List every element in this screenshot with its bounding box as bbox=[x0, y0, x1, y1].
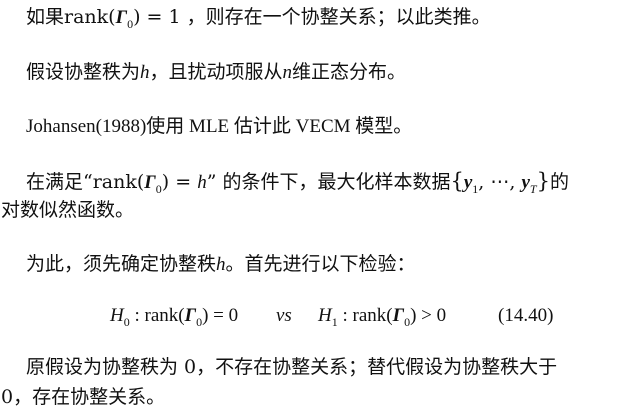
document-page: 如果rank(Γ0) = 1 ，则存在一个协整关系；以此类推。 假设协整秩为h，… bbox=[0, 0, 644, 414]
p5-before: 为此，须先确定协整秩 bbox=[26, 253, 217, 275]
gamma-symbol: Γ bbox=[115, 7, 128, 28]
p3-text: Johansen(1988)使用 MLE 估计此 VECM 模型。 bbox=[26, 116, 413, 137]
p4-after: ” 的条件下，最大化样本数据 bbox=[206, 171, 451, 193]
yT-variable: y bbox=[521, 172, 530, 193]
paragraph-rank-one: 如果rank(Γ0) = 1 ，则存在一个协整关系；以此类推。 bbox=[26, 6, 491, 31]
p2-after: ，且扰动项服从 bbox=[149, 61, 283, 83]
gamma-subscript: 0 bbox=[127, 17, 134, 31]
paragraph-johansen: Johansen(1988)使用 MLE 估计此 VECM 模型。 bbox=[26, 117, 412, 136]
h0-subscript: 0 bbox=[123, 315, 130, 329]
brace-close: } bbox=[536, 169, 550, 193]
p4-mid: ) = bbox=[161, 171, 198, 193]
paragraph-likelihood-line2: 对数似然函数。 bbox=[1, 201, 134, 220]
gamma-symbol: Γ bbox=[392, 305, 405, 326]
yT-subscript: T bbox=[529, 182, 537, 196]
gamma-symbol: Γ bbox=[144, 172, 156, 193]
y1-subscript: 1 bbox=[472, 182, 479, 196]
p1-before: 如果rank( bbox=[26, 6, 116, 28]
p4-end: 的 bbox=[549, 171, 569, 193]
p4-line2: 对数似然函数。 bbox=[1, 199, 135, 221]
ellipsis: , ⋯, bbox=[478, 171, 522, 193]
h0-rank: : rank( bbox=[129, 305, 185, 326]
h1-end: ) > 0 bbox=[410, 305, 447, 326]
gamma-symbol: Γ bbox=[184, 305, 197, 326]
h0-symbol: H bbox=[110, 305, 124, 326]
paragraph-hypothesis-explain: 原假设为协整秩为 0，不存在协整关系；替代假设为协整秩大于 bbox=[26, 358, 557, 377]
paragraph-test-intro: 为此，须先确定协整秩h。首先进行以下检验： bbox=[26, 253, 416, 275]
paragraph-hypothesis-explain-line2: 0，存在协整关系。 bbox=[1, 388, 165, 407]
gamma-subscript: 0 bbox=[404, 315, 411, 329]
p4-before: 在满足“rank( bbox=[26, 171, 145, 193]
p5-after: 。首先进行以下检验： bbox=[225, 253, 416, 275]
p1-after: ) = 1 ，则存在一个协整关系；以此类推。 bbox=[133, 6, 491, 28]
brace-open: { bbox=[450, 169, 464, 193]
h-variable: h bbox=[216, 254, 226, 275]
paragraph-cointegration-rank: 假设协整秩为h，且扰动项服从n维正态分布。 bbox=[26, 61, 407, 83]
p2-before: 假设协整秩为 bbox=[26, 61, 141, 83]
p6-line2: 0，存在协整关系。 bbox=[1, 386, 166, 408]
p6-line1: 原假设为协整秩为 0，不存在协整关系；替代假设为协整秩大于 bbox=[26, 356, 558, 378]
h-variable: h bbox=[140, 62, 150, 83]
equation-number: (14.40) bbox=[498, 305, 554, 326]
h-variable: h bbox=[197, 172, 207, 193]
vs-label: vs bbox=[276, 305, 292, 326]
gamma-subscript: 0 bbox=[155, 182, 162, 196]
h1-symbol: H bbox=[318, 305, 332, 326]
equation-14-40: H0 : rank(Γ0) = 0 vs H1 : rank(Γ0) > 0 (… bbox=[0, 306, 644, 336]
h0-end: ) = 0 bbox=[202, 305, 239, 326]
p2-after2: 维正态分布。 bbox=[292, 61, 407, 83]
n-variable: n bbox=[282, 62, 293, 83]
alternative-hypothesis: H1 : rank(Γ0) > 0 bbox=[318, 305, 447, 328]
null-hypothesis: H0 : rank(Γ0) = 0 bbox=[110, 305, 239, 328]
paragraph-likelihood: 在满足“rank(Γ0) = h” 的条件下，最大化样本数据{y1, ⋯, yT… bbox=[26, 169, 569, 196]
gamma-subscript: 0 bbox=[196, 315, 203, 329]
h1-subscript: 1 bbox=[331, 315, 338, 329]
h1-rank: : rank( bbox=[337, 305, 393, 326]
